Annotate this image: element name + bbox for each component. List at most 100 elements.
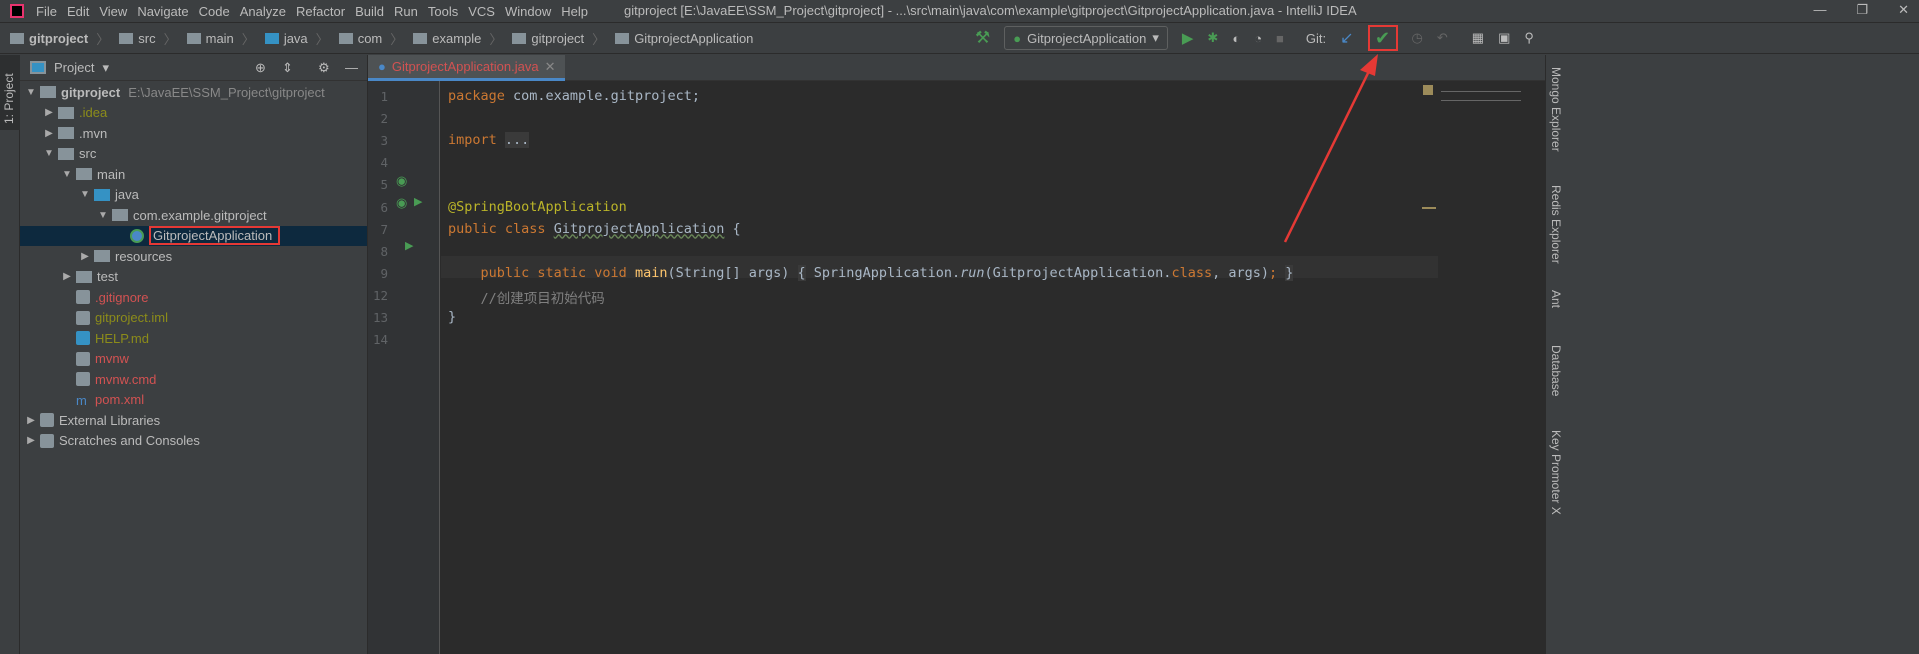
close-tab-icon[interactable]: ✕ bbox=[545, 59, 556, 75]
hide-icon[interactable]: — bbox=[345, 60, 358, 75]
tab-gitprojectapplication-java[interactable]: ● GitprojectApplication.java ✕ bbox=[368, 55, 566, 81]
code-line[interactable]: @SpringBootApplication bbox=[448, 199, 627, 215]
expand-right-icon[interactable]: ▶ bbox=[24, 435, 38, 446]
tool-key-promoter-x[interactable]: Key Promoter X bbox=[1549, 430, 1563, 515]
code-line[interactable]: package com.example.gitproject; bbox=[448, 88, 700, 104]
tree-item[interactable]: ▼ src bbox=[20, 144, 367, 164]
tree-item[interactable]: mvnw.cmd bbox=[20, 369, 367, 389]
run-main-icon[interactable]: ▶ bbox=[405, 239, 413, 252]
expand-right-icon[interactable]: ▶ bbox=[42, 128, 56, 139]
breadcrumb-item[interactable]: GitprojectApplication bbox=[615, 29, 753, 48]
expand-right-icon[interactable]: ▶ bbox=[42, 107, 56, 118]
terminal-layout-icon[interactable]: ▣ bbox=[1498, 30, 1510, 46]
run-class-icon[interactable]: ▶ bbox=[414, 195, 422, 208]
breadcrumb-item[interactable]: com 〉 bbox=[338, 29, 403, 48]
menu-build[interactable]: Build bbox=[355, 4, 384, 19]
breadcrumb-item[interactable]: gitproject 〉 bbox=[512, 29, 605, 48]
breadcrumb-item[interactable]: src 〉 bbox=[119, 29, 177, 48]
tree-item[interactable]: gitproject.iml bbox=[20, 308, 367, 328]
inspection-status-icon[interactable] bbox=[1423, 85, 1433, 95]
locate-icon[interactable]: ⊕ bbox=[255, 60, 266, 76]
project-tool-tab[interactable]: 1: Project bbox=[0, 55, 20, 130]
tree-item[interactable]: ▼ com.example.gitproject bbox=[20, 205, 367, 225]
expand-right-icon[interactable]: ▶ bbox=[24, 415, 38, 426]
menu-navigate[interactable]: Navigate bbox=[137, 4, 188, 19]
build-hammer-icon[interactable]: ⚒ bbox=[975, 28, 990, 48]
expand-down-icon[interactable]: ▼ bbox=[42, 148, 56, 159]
folder-icon bbox=[76, 270, 92, 283]
code-line[interactable]: public class GitprojectApplication { bbox=[448, 221, 741, 237]
tree-item[interactable]: ▼ java bbox=[20, 185, 367, 205]
history-icon[interactable]: ◷ bbox=[1412, 30, 1423, 46]
tree-item[interactable]: HELP.md bbox=[20, 328, 367, 348]
restore-icon[interactable]: ❐ bbox=[1856, 2, 1868, 18]
warning-marker[interactable] bbox=[1422, 207, 1436, 209]
profile-icon[interactable]: ◔ bbox=[1254, 31, 1262, 46]
tree-item[interactable]: ▶ resources bbox=[20, 246, 367, 266]
menu-code[interactable]: Code bbox=[199, 4, 230, 19]
tree-item[interactable]: GitprojectApplication bbox=[20, 225, 367, 246]
minimap[interactable] bbox=[1437, 81, 1545, 109]
tool-database[interactable]: Database bbox=[1549, 345, 1563, 396]
menu-refactor[interactable]: Refactor bbox=[296, 4, 345, 19]
menu-edit[interactable]: Edit bbox=[67, 4, 89, 19]
menu-window[interactable]: Window bbox=[505, 4, 551, 19]
project-structure-icon[interactable]: ▦ bbox=[1472, 30, 1484, 46]
menu-vcs[interactable]: VCS bbox=[468, 4, 495, 19]
project-view-select[interactable]: Project bbox=[54, 60, 94, 75]
run-icon[interactable]: ▶ bbox=[1182, 29, 1194, 47]
git-update-icon[interactable]: ↙ bbox=[1340, 28, 1353, 48]
tree-item[interactable]: ▼ gitproject E:\JavaEE\SSM_Project\gitproj… bbox=[20, 82, 367, 102]
spring-app-icon[interactable]: ◉ bbox=[396, 195, 407, 211]
tool-mongo-explorer[interactable]: Mongo Explorer bbox=[1549, 67, 1563, 152]
terminal-icon bbox=[76, 351, 90, 366]
tree-item[interactable]: .gitignore bbox=[20, 287, 367, 307]
menu-file[interactable]: File bbox=[36, 4, 57, 19]
spring-bean-icon[interactable]: ◉ bbox=[396, 173, 407, 189]
tree-item[interactable]: ▼ main bbox=[20, 164, 367, 184]
code-line[interactable]: } bbox=[448, 309, 456, 325]
code-editor[interactable]: ● GitprojectApplication.java ✕ ◉ ◉ ▶ ▶ 1… bbox=[368, 55, 1545, 654]
menu-run[interactable]: Run bbox=[394, 4, 418, 19]
close-icon[interactable]: ✕ bbox=[1898, 2, 1909, 18]
tree-item[interactable]: ▶ External Libraries bbox=[20, 410, 367, 430]
git-commit-button[interactable]: ✔ bbox=[1367, 25, 1398, 51]
chevron-down-icon[interactable]: ▾ bbox=[102, 60, 109, 76]
gear-icon[interactable]: ⚙ bbox=[318, 60, 330, 76]
tree-item[interactable]: mvnw bbox=[20, 349, 367, 369]
breadcrumb-item[interactable]: gitproject 〉 bbox=[10, 29, 109, 48]
run-configuration-select[interactable]: ● GitprojectApplication ▾ bbox=[1004, 26, 1168, 50]
rollback-icon[interactable]: ↶ bbox=[1437, 30, 1448, 46]
tree-item[interactable]: ▶ Scratches and Consoles bbox=[20, 431, 367, 451]
code-line[interactable]: import ... bbox=[448, 132, 530, 149]
line-number: 2 bbox=[380, 111, 388, 127]
expand-down-icon[interactable]: ▼ bbox=[60, 169, 74, 180]
search-everywhere-icon[interactable]: ⚲ bbox=[1524, 30, 1534, 46]
menu-help[interactable]: Help bbox=[561, 4, 588, 19]
expand-down-icon[interactable]: ▼ bbox=[24, 87, 38, 98]
menu-analyze[interactable]: Analyze bbox=[240, 4, 286, 19]
stop-icon[interactable]: ■ bbox=[1276, 31, 1284, 46]
menu-tools[interactable]: Tools bbox=[428, 4, 458, 19]
breadcrumb-item[interactable]: example 〉 bbox=[413, 29, 502, 48]
minimize-icon[interactable]: — bbox=[1813, 2, 1826, 18]
tree-item[interactable]: ▶ .idea bbox=[20, 103, 367, 123]
expand-right-icon[interactable]: ▶ bbox=[60, 271, 74, 282]
menu-view[interactable]: View bbox=[99, 4, 127, 19]
collapse-all-icon[interactable]: ⇕ bbox=[282, 60, 293, 76]
tool-redis-explorer[interactable]: Redis Explorer bbox=[1549, 185, 1563, 264]
expand-down-icon[interactable]: ▼ bbox=[78, 189, 92, 200]
tree-item[interactable]: m pom.xml bbox=[20, 390, 367, 410]
tree-item[interactable]: ▶ .mvn bbox=[20, 123, 367, 143]
expand-down-icon[interactable]: ▼ bbox=[96, 210, 110, 221]
debug-icon[interactable]: ✱ bbox=[1207, 30, 1218, 46]
tree-item[interactable]: ▶ test bbox=[20, 267, 367, 287]
breadcrumb-item[interactable]: main 〉 bbox=[186, 29, 255, 48]
breadcrumb-item[interactable]: java 〉 bbox=[264, 29, 329, 48]
code-line[interactable]: //创建项目初始代码 bbox=[448, 287, 605, 307]
expand-right-icon[interactable]: ▶ bbox=[78, 251, 92, 262]
chevron-right-icon: 〉 bbox=[241, 31, 255, 47]
run-with-coverage-icon[interactable]: ◐ bbox=[1232, 31, 1240, 46]
code-line[interactable]: public static void main(String[] args) {… bbox=[448, 264, 1294, 281]
tool-ant[interactable]: Ant bbox=[1549, 290, 1563, 308]
